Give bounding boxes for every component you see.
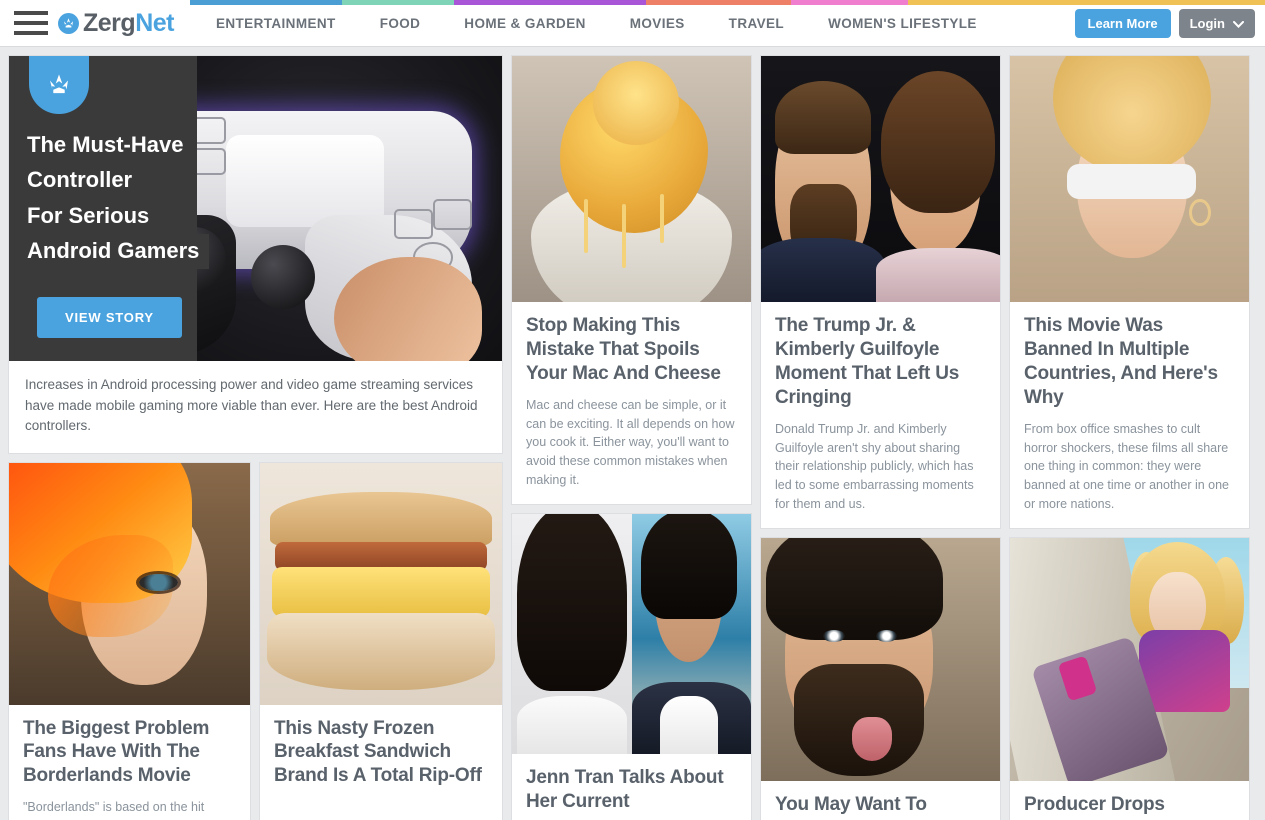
nav-item-home-garden[interactable]: HOME & GARDEN	[442, 16, 607, 31]
grid-column-4: This Movie Was Banned In Multiple Countr…	[1009, 55, 1250, 820]
card-borderlands[interactable]: The Biggest Problem Fans Have With The B…	[8, 461, 251, 820]
site-logo[interactable]: ZergNet	[58, 8, 174, 37]
producer-drops-title: Producer Drops	[1024, 793, 1165, 815]
color-seg-womens-lifestyle	[908, 0, 1265, 5]
color-seg-travel	[791, 0, 908, 5]
hero-title-line-4: Android Gamers	[27, 234, 210, 269]
view-story-button[interactable]: VIEW STORY	[37, 297, 182, 338]
banned-movie-description: From box office smashes to cult horror s…	[1024, 421, 1230, 511]
hero-card[interactable]: The Must-Have Controller For Serious And…	[8, 55, 503, 454]
login-button[interactable]: Login	[1178, 8, 1255, 38]
zergnet-logo-icon	[58, 12, 79, 34]
borderlands-image	[9, 462, 250, 705]
brand-wordmark: ZergNet	[83, 8, 174, 37]
breakfast-sandwich-body: This Nasty Frozen Breakfast Sandwich Bra…	[260, 705, 502, 803]
nav-item-womens-lifestyle[interactable]: WOMEN'S LIFESTYLE	[806, 16, 999, 31]
nav-item-movies[interactable]: MOVIES	[608, 16, 707, 31]
learn-more-button[interactable]: Learn More	[1074, 8, 1171, 38]
hero-title: The Must-Have Controller For Serious And…	[27, 128, 210, 270]
mac-and-cheese-body: Stop Making This Mistake That Spoils You…	[512, 302, 751, 504]
grid-column-2: Stop Making This Mistake That Spoils You…	[511, 55, 752, 820]
content-grid: The Must-Have Controller For Serious And…	[0, 47, 1265, 820]
mac-and-cheese-image	[512, 56, 751, 302]
brand-part-net: Net	[135, 8, 174, 37]
primary-nav: ENTERTAINMENT FOOD HOME & GARDEN MOVIES …	[202, 16, 1075, 31]
jenn-tran-body: Jenn Tran Talks About Her Current	[512, 754, 751, 820]
nav-item-entertainment[interactable]: ENTERTAINMENT	[202, 16, 358, 31]
breakfast-sandwich-image	[260, 462, 502, 705]
hero-description: Increases in Android processing power an…	[25, 377, 478, 434]
banned-movie-body: This Movie Was Banned In Multiple Countr…	[1010, 302, 1249, 528]
nav-item-food[interactable]: FOOD	[358, 16, 443, 31]
producer-drops-body: Producer Drops	[1010, 781, 1249, 820]
zergnet-badge-icon	[29, 56, 89, 114]
borderlands-body: The Biggest Problem Fans Have With The B…	[9, 705, 250, 820]
borderlands-title: The Biggest Problem Fans Have With The B…	[23, 717, 210, 787]
trump-jr-image	[761, 56, 1000, 302]
hero-image: The Must-Have Controller For Serious And…	[9, 56, 502, 361]
you-may-want-to-image	[761, 537, 1000, 781]
banned-movie-image	[1010, 56, 1249, 302]
card-jenn-tran[interactable]: Jenn Tran Talks About Her Current	[511, 512, 752, 820]
category-color-bar	[190, 0, 1265, 5]
color-seg-food	[342, 0, 454, 5]
borderlands-description: "Borderlands" is based on the hit	[23, 800, 205, 815]
trump-jr-title: The Trump Jr. & Kimberly Guilfoyle Momen…	[775, 315, 960, 408]
trump-jr-description: Donald Trump Jr. and Kimberly Guilfoyle …	[775, 421, 974, 511]
card-producer-drops[interactable]: Producer Drops	[1009, 536, 1250, 820]
hero-title-line-2: Controller	[27, 163, 143, 198]
producer-drops-image	[1010, 537, 1249, 781]
card-banned-movie[interactable]: This Movie Was Banned In Multiple Countr…	[1009, 55, 1250, 529]
nav-item-travel[interactable]: TRAVEL	[707, 16, 806, 31]
jenn-tran-title: Jenn Tran Talks About Her Current	[526, 766, 724, 812]
you-may-want-to-title: You May Want To	[775, 793, 927, 815]
chevron-down-icon	[1233, 17, 1244, 30]
color-seg-movies	[646, 0, 791, 5]
trump-jr-body: The Trump Jr. & Kimberly Guilfoyle Momen…	[761, 302, 1000, 528]
card-breakfast-sandwich[interactable]: This Nasty Frozen Breakfast Sandwich Bra…	[259, 461, 503, 820]
breakfast-sandwich-title: This Nasty Frozen Breakfast Sandwich Bra…	[274, 717, 482, 787]
card-you-may-want-to[interactable]: You May Want To	[760, 536, 1001, 820]
mac-and-cheese-title: Stop Making This Mistake That Spoils You…	[526, 315, 721, 384]
color-seg-entertainment	[190, 0, 342, 5]
header-actions: Learn More Login	[1074, 8, 1255, 38]
grid-column-1: The Must-Have Controller For Serious And…	[8, 55, 503, 820]
grid-row-secondary: The Biggest Problem Fans Have With The B…	[8, 461, 503, 820]
banned-movie-title: This Movie Was Banned In Multiple Countr…	[1024, 315, 1218, 408]
card-mac-and-cheese[interactable]: Stop Making This Mistake That Spoils You…	[511, 55, 752, 505]
brand-part-zerg: Zerg	[83, 8, 136, 37]
jenn-tran-image	[512, 513, 751, 754]
grid-column-3: The Trump Jr. & Kimberly Guilfoyle Momen…	[760, 55, 1001, 820]
mac-and-cheese-description: Mac and cheese can be simple, or it can …	[526, 397, 735, 487]
site-header: ZergNet ENTERTAINMENT FOOD HOME & GARDEN…	[0, 0, 1265, 47]
card-trump-jr[interactable]: The Trump Jr. & Kimberly Guilfoyle Momen…	[760, 55, 1001, 529]
you-may-want-to-body: You May Want To	[761, 781, 1000, 820]
hero-title-line-1: The Must-Have	[27, 128, 194, 163]
hero-title-line-3: For Serious	[27, 198, 160, 234]
color-seg-home-garden	[454, 0, 646, 5]
hamburger-menu-icon[interactable]	[14, 11, 48, 35]
login-label: Login	[1189, 15, 1225, 31]
